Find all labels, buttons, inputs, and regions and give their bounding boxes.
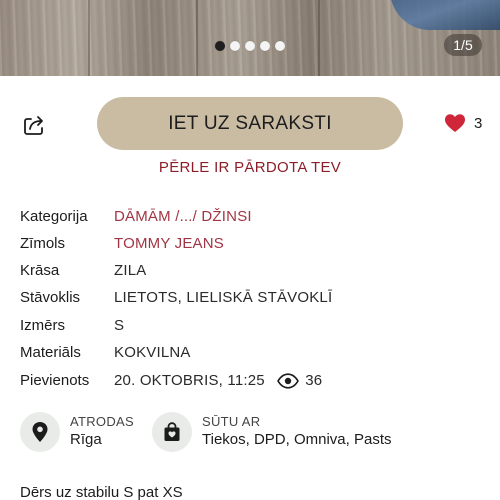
- heart-icon: [445, 114, 465, 132]
- location-pin-icon: [32, 422, 48, 442]
- location-icon-circle: [20, 412, 60, 452]
- views-counter: 36: [277, 370, 322, 392]
- attribute-row-color: Krāsa ZILA: [20, 260, 480, 282]
- gallery-dot[interactable]: [275, 41, 285, 51]
- sold-notice: PĒRLE IR PĀRDOTA TEV: [158, 159, 342, 176]
- shipping-label: SŪTU AR: [202, 414, 261, 429]
- shipping-text: SŪTU AR Tiekos, DPD, Omniva, Pasts: [202, 414, 392, 450]
- attribute-value: LIETOTS, LIELISKĀ STĀVOKLĪ: [114, 289, 333, 306]
- brand-link[interactable]: TOMMY JEANS: [114, 233, 224, 255]
- added-date-and-views: 20. OKTOBRIS, 11:25 36: [114, 370, 322, 392]
- gallery-dot[interactable]: [245, 41, 255, 51]
- attribute-row-size: Izmērs S: [20, 315, 480, 337]
- attribute-key: Zīmols: [20, 235, 65, 252]
- product-description: Dērs uz stabilu S pat XS: [20, 484, 183, 500]
- wood-plank-seam: [318, 0, 320, 76]
- gallery-dot[interactable]: [230, 41, 240, 51]
- product-image-gallery[interactable]: 1/5: [0, 0, 500, 76]
- shipping-info: SŪTU AR Tiekos, DPD, Omniva, Pasts: [152, 411, 392, 453]
- attribute-row-condition: Stāvoklis LIETOTS, LIELISKĀ STĀVOKLĪ: [20, 287, 480, 309]
- likes-count: 3: [474, 114, 483, 132]
- added-date: 20. OKTOBRIS, 11:25: [114, 372, 265, 389]
- shipping-icon-circle: [152, 412, 192, 452]
- location-label: ATRODAS: [70, 414, 134, 429]
- attribute-key: Pievienots: [20, 372, 90, 389]
- attribute-key: Materiāls: [20, 344, 81, 361]
- attribute-key: Krāsa: [20, 262, 60, 279]
- wood-plank-seam: [196, 0, 198, 76]
- location-value: Rīga: [70, 431, 102, 448]
- attribute-row-category: Kategorija DĀMĀM /.../ DŽINSI: [20, 206, 480, 228]
- attribute-row-added: Pievienots 20. OKTOBRIS, 11:25 36: [20, 370, 480, 392]
- shipping-value: Tiekos, DPD, Omniva, Pasts: [202, 431, 392, 448]
- back-to-list-button[interactable]: IET UZ SARAKSTI: [97, 97, 403, 150]
- gallery-counter: 1/5: [444, 34, 482, 56]
- attribute-key: Kategorija: [20, 208, 88, 225]
- share-icon: [24, 116, 43, 135]
- attribute-row-material: Materiāls KOKVILNA: [20, 342, 480, 364]
- location-text: ATRODAS Rīga: [70, 414, 134, 450]
- views-count: 36: [305, 372, 323, 389]
- shopping-bag-icon: [164, 422, 180, 441]
- attribute-value: KOKVILNA: [114, 344, 191, 361]
- attribute-value: ZILA: [114, 262, 147, 279]
- category-link[interactable]: DĀMĀM /.../ DŽINSI: [114, 206, 252, 228]
- like-button[interactable]: 3: [444, 113, 482, 133]
- share-button[interactable]: [22, 113, 48, 137]
- gallery-dot[interactable]: [260, 41, 270, 51]
- attribute-key: Izmērs: [20, 317, 65, 334]
- gallery-dot[interactable]: [215, 41, 225, 51]
- gallery-pagination-dots[interactable]: [215, 41, 285, 51]
- attribute-key: Stāvoklis: [20, 289, 81, 306]
- eye-icon: [277, 373, 300, 389]
- wood-plank-seam: [88, 0, 90, 76]
- attribute-value: S: [114, 317, 125, 334]
- location-info: ATRODAS Rīga: [20, 411, 134, 453]
- attribute-row-brand: Zīmols TOMMY JEANS: [20, 233, 480, 255]
